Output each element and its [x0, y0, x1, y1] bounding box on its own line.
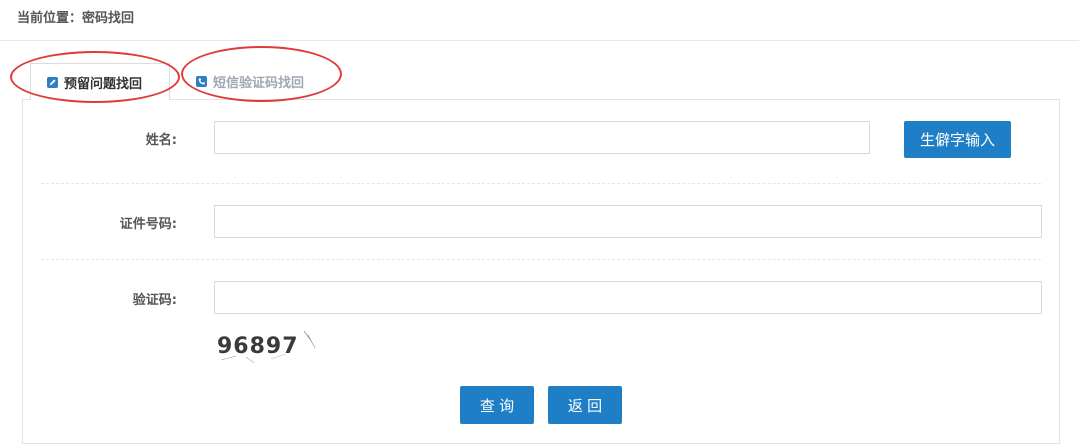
pencil-icon [47, 76, 58, 88]
breadcrumb-current: 密码找回 [82, 11, 135, 26]
captcha-row: 验证码: [23, 280, 1061, 316]
captcha-text: 96897 [217, 334, 299, 359]
tab-label: 预留问题找回 [64, 76, 143, 92]
form-panel: 姓名: 生僻字输入 证件号码: 验证码: 96897 查 询 返 回 [22, 99, 1060, 444]
row-divider [41, 259, 1041, 260]
tab-label: 短信验证码找回 [213, 76, 305, 91]
captcha-input[interactable] [214, 281, 1042, 314]
captcha-label: 验证码: [132, 293, 177, 308]
tab-sms-code[interactable]: 短信验证码找回 [190, 63, 340, 100]
id-row: 证件号码: [23, 204, 1061, 240]
phone-icon [196, 76, 207, 87]
captcha-image[interactable]: 96897 [216, 326, 316, 366]
id-label: 证件号码: [119, 217, 177, 232]
breadcrumb-prefix: 当前位置： [17, 11, 83, 26]
name-input[interactable] [214, 121, 870, 154]
row-divider [41, 183, 1041, 184]
query-button[interactable]: 查 询 [460, 386, 534, 424]
name-row: 姓名: 生僻字输入 [23, 120, 1061, 158]
rare-char-input-button[interactable]: 生僻字输入 [904, 121, 1011, 158]
tab-bar: 预留问题找回 短信验证码找回 [0, 41, 1079, 100]
id-number-input[interactable] [214, 205, 1042, 238]
back-button[interactable]: 返 回 [548, 386, 622, 424]
breadcrumb: 当前位置：密码找回 [0, 0, 1079, 41]
name-label: 姓名: [145, 133, 177, 148]
tab-security-question[interactable]: 预留问题找回 [30, 63, 170, 100]
